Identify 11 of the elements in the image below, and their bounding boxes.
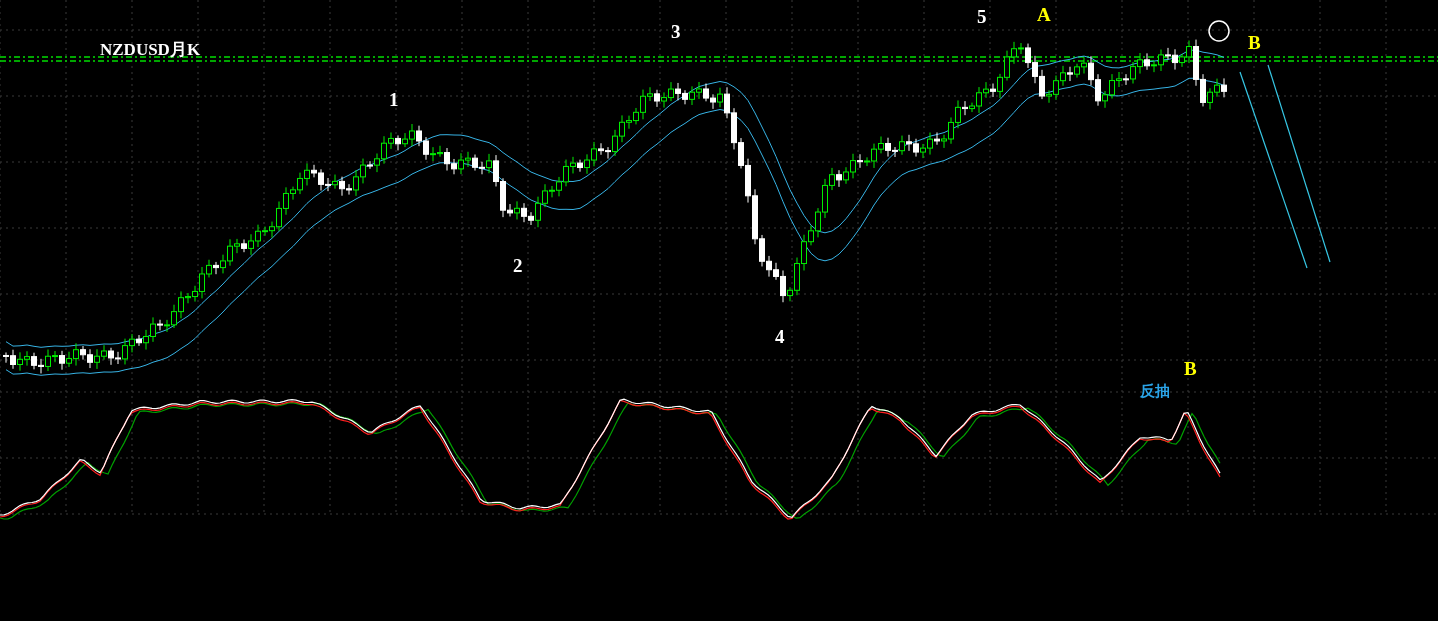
wave-label: B xyxy=(1248,33,1261,52)
wave-label: B xyxy=(1184,359,1197,378)
circle-marker-icon xyxy=(1208,20,1230,42)
wave-label: 4 xyxy=(775,327,785,346)
annotation-text: 反抽 xyxy=(1140,384,1170,399)
wave-label: 3 xyxy=(671,22,681,41)
wave-label: 5 xyxy=(977,7,987,26)
wave-label: 1 xyxy=(389,90,399,109)
chart-title: NZDUSD月K xyxy=(100,41,201,58)
wave-label: 2 xyxy=(513,256,523,275)
wave-label: A xyxy=(1037,5,1051,24)
